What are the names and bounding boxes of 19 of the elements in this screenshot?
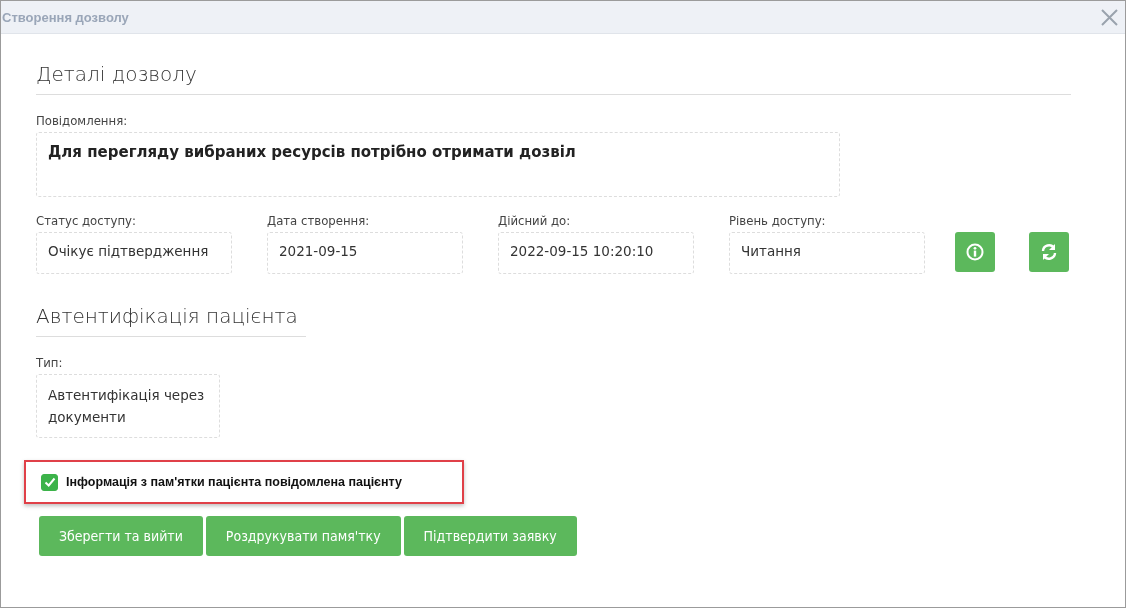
readonly-field: 2022-09-15 10:20:10 [498,232,694,274]
section-heading: Деталі дозволу [36,62,1071,95]
field-label: Дійсний до: [498,213,572,228]
field-label: Тип: [36,355,64,370]
section-heading: Автентифікація пацієнта [36,304,306,337]
field-label: Повідомлення: [36,113,129,128]
action-button[interactable]: Зберегти та вийти [39,516,203,556]
message-field: Для перегляду вибраних ресурсів потрібно отримати дозвіл [36,132,840,197]
readonly-field: 2021-09-15 [267,232,463,274]
window-title: Створення дозволу [2,9,129,25]
readonly-field: Очікує підтвердження [36,232,232,274]
checkbox-label: Інформація з пам'ятки пацієнта повідомлена пацієнту [66,475,402,489]
field-label: Рівень доступу: [729,213,827,228]
field-label: Дата створення: [267,213,371,228]
action-button[interactable]: Підтвердити заявку [403,516,577,556]
field-label: Статус доступу: [36,213,137,228]
action-button[interactable]: Роздрукувати памя'тку [205,516,401,556]
readonly-field: Читання [729,232,925,274]
readonly-field: Автентифікація через документи [36,374,220,438]
